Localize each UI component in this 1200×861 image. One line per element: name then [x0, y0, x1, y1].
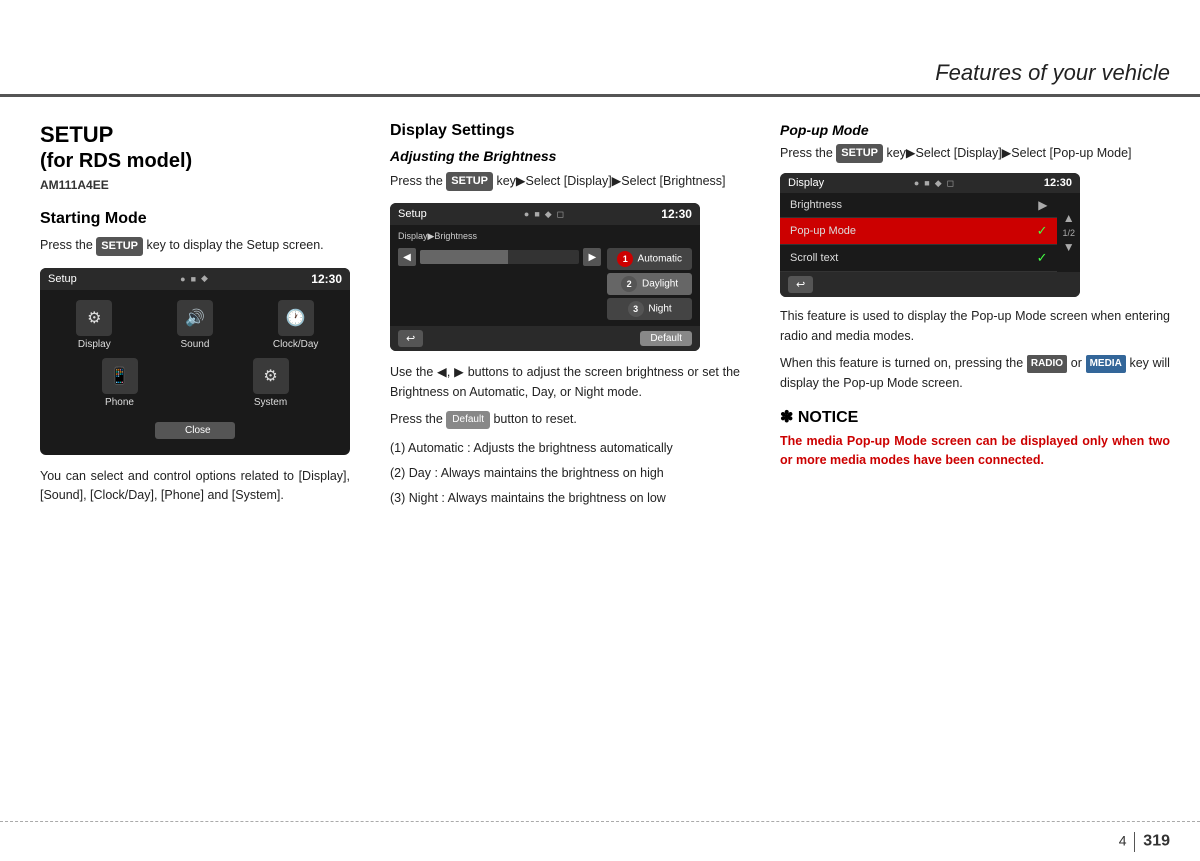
notice-section: ✽ NOTICE The media Pop-up Mode screen ca…: [780, 407, 1170, 471]
menu-sound: 🔊 Sound: [155, 300, 235, 350]
header: Features of your vehicle: [0, 0, 1200, 97]
popup-mode-screen: Display ● ■ ◆ ◻ 12:30 Brightness ▶: [780, 173, 1080, 297]
screen-icons: ● ■ ◆: [180, 273, 208, 284]
notice-heading: ✽ NOTICE: [780, 407, 1170, 427]
brightness-list-items: (1) Automatic : Adjusts the brightness a…: [390, 438, 740, 510]
radio-badge: RADIO: [1027, 355, 1067, 373]
footer-page: 4 319: [1119, 832, 1170, 852]
middle-column: Display Settings Adjusting the Brightnes…: [370, 97, 760, 821]
brightness-body: Display▶Brightness ◀ ▶ 1: [390, 225, 700, 326]
page-indicator: 1/2: [1062, 226, 1075, 240]
slider-right-arrow[interactable]: ▶: [583, 248, 601, 266]
popup-list-area: Brightness ▶ Pop-up Mode ✓ Scroll text ✓…: [780, 193, 1080, 272]
slider-left-arrow[interactable]: ◀: [398, 248, 416, 266]
main-content: SETUP (for RDS model) AM111A4EE Starting…: [0, 97, 1200, 821]
option-num-3: 3: [628, 301, 644, 317]
starting-mode-heading: Starting Mode: [40, 210, 350, 228]
brightness-instruction: Press the SETUP key▶Select [Display]▶Sel…: [390, 172, 740, 191]
option-daylight[interactable]: 2 Daylight: [607, 273, 692, 295]
notice-text: The media Pop-up Mode screen can be disp…: [780, 432, 1170, 471]
left-column: SETUP (for RDS model) AM111A4EE Starting…: [0, 97, 370, 821]
scroll-down-arrow[interactable]: ▼: [1063, 240, 1075, 254]
back-button[interactable]: ↩: [398, 330, 423, 347]
popup-back-row: ↩: [780, 272, 1080, 297]
slider-track: [420, 250, 579, 264]
clock-icon: 🕐: [278, 300, 314, 336]
popup-screen-icons: ● ■ ◆ ◻: [914, 178, 954, 189]
setup-subtitle: (for RDS model): [40, 148, 350, 174]
setup-key-badge-middle: SETUP: [446, 172, 493, 191]
scroll-text-check: ✓: [1037, 250, 1048, 266]
setup-key-badge-right: SETUP: [836, 144, 883, 163]
popup-item-brightness: Brightness ▶: [780, 193, 1057, 218]
screen-close-button[interactable]: Close: [155, 422, 235, 439]
popup-item-scroll-text: Scroll text ✓: [780, 245, 1057, 272]
default-inline-badge: Default: [446, 411, 490, 429]
popup-mode-heading: Pop-up Mode: [780, 122, 1170, 138]
header-title: Features of your vehicle: [935, 60, 1170, 86]
starting-mode-body: Press the SETUP key to display the Setup…: [40, 236, 350, 255]
option-num-2: 2: [621, 276, 637, 292]
system-icon: ⚙: [253, 358, 289, 394]
this-feature-text: This feature is used to display the Pop-…: [780, 307, 1170, 346]
option-num-1: 1: [617, 251, 633, 267]
footer: 4 319: [0, 821, 1200, 861]
popup-mode-check: ✓: [1037, 223, 1048, 239]
use-buttons-text: Use the ◀, ▶ buttons to adjust the scree…: [390, 363, 740, 402]
scroll-arrows: ▲ 1/2 ▼: [1057, 193, 1080, 272]
sound-icon: 🔊: [177, 300, 213, 336]
when-feature-text: When this feature is turned on, pressing…: [780, 354, 1170, 393]
brightness-heading: Adjusting the Brightness: [390, 148, 740, 164]
list-item-3: (3) Night : Always maintains the brightn…: [390, 488, 740, 509]
menu-clock: 🕐 Clock/Day: [256, 300, 336, 350]
brightness-screen-bottom: ↩ Default: [390, 326, 700, 351]
screen-header: Setup ● ■ ◆ 12:30: [40, 268, 350, 290]
display-icon: ⚙: [76, 300, 112, 336]
footer-divider: [1134, 832, 1135, 852]
you-can-text: You can select and control options relat…: [40, 467, 350, 506]
setup-key-badge: SETUP: [96, 237, 143, 256]
media-badge: MEDIA: [1086, 355, 1126, 373]
menu-display: ⚙ Display: [54, 300, 134, 350]
popup-instruction: Press the SETUP key▶Select [Display]▶Sel…: [780, 144, 1170, 163]
brightness-screen: Setup ● ■ ◆ ◻ 12:30 Display▶Brightness ◀: [390, 203, 700, 351]
setup-model-code: AM111A4EE: [40, 178, 350, 192]
phone-icon: 📱: [102, 358, 138, 394]
default-button[interactable]: Default: [640, 331, 692, 346]
setup-title: SETUP: [40, 122, 350, 148]
list-item-2: (2) Day : Always maintains the brightnes…: [390, 463, 740, 484]
right-column: Pop-up Mode Press the SETUP key▶Select […: [760, 97, 1200, 821]
press-default-text: Press the Default button to reset.: [390, 410, 740, 429]
option-night[interactable]: 3 Night: [607, 298, 692, 320]
menu-phone: 📱 Phone: [80, 358, 160, 408]
brightness-screen-icons: ● ■ ◆ ◻: [524, 209, 564, 220]
screen-menu-grid: ⚙ Display 🔊 Sound 🕐 Clock/Day 📱 Phone ⚙: [40, 290, 350, 418]
brightness-screen-header: Setup ● ■ ◆ ◻ 12:30: [390, 203, 700, 225]
slider-fill: [420, 250, 508, 264]
popup-item-popup-mode: Pop-up Mode ✓: [780, 218, 1057, 245]
popup-list-items: Brightness ▶ Pop-up Mode ✓ Scroll text ✓: [780, 193, 1057, 272]
brightness-slider: ◀ ▶: [398, 248, 601, 266]
scroll-up-arrow[interactable]: ▲: [1063, 211, 1075, 225]
display-settings-heading: Display Settings: [390, 122, 740, 140]
option-automatic[interactable]: 1 Automatic: [607, 248, 692, 270]
popup-screen-header: Display ● ■ ◆ ◻ 12:30: [780, 173, 1080, 193]
menu-system: ⚙ System: [231, 358, 311, 408]
setup-main-screen: Setup ● ■ ◆ 12:30 ⚙ Display 🔊 Sound: [40, 268, 350, 455]
list-item-1: (1) Automatic : Adjusts the brightness a…: [390, 438, 740, 459]
popup-back-button[interactable]: ↩: [788, 276, 813, 293]
brightness-arrow: ▶: [1038, 198, 1047, 212]
